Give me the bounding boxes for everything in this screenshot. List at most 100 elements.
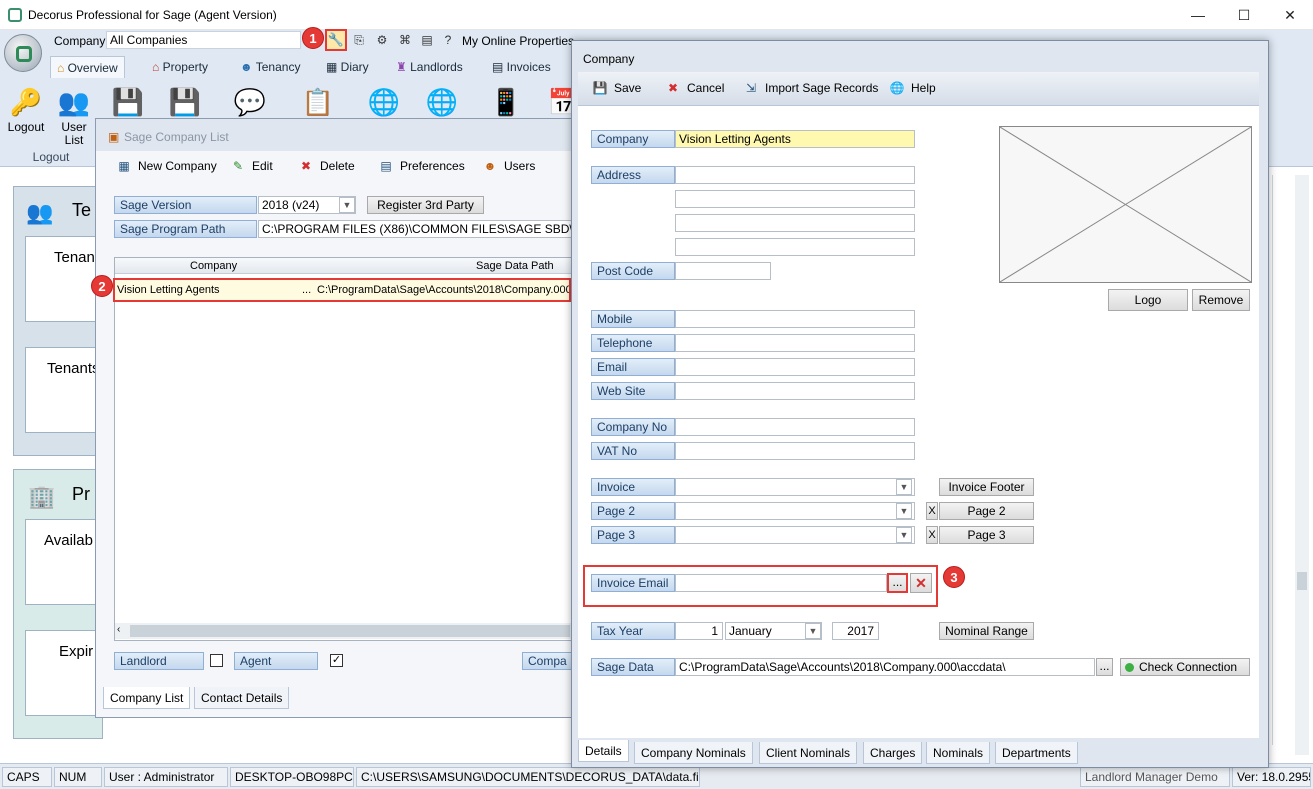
panel-title-tenancies: Te bbox=[72, 200, 92, 220]
settings-icon[interactable]: ⚙ bbox=[373, 33, 391, 49]
invoice-template-select[interactable] bbox=[675, 478, 915, 496]
page3-template-select[interactable] bbox=[675, 526, 915, 544]
web-site-field[interactable] bbox=[675, 382, 915, 400]
post-code-field[interactable] bbox=[675, 262, 771, 280]
landlord-icon: ♜ bbox=[396, 60, 411, 74]
landlord-checkbox[interactable] bbox=[210, 654, 223, 667]
sage-icon[interactable]: ⎘ bbox=[350, 33, 368, 49]
tab-departments[interactable]: Departments bbox=[995, 742, 1078, 764]
clear-page2-button[interactable]: X bbox=[926, 502, 938, 520]
column-header-data-path[interactable]: Sage Data Path bbox=[476, 260, 554, 272]
address-line-3[interactable] bbox=[675, 214, 915, 232]
page2-button[interactable]: Page 2 bbox=[939, 502, 1034, 520]
maximize-button[interactable]: ☐ bbox=[1221, 0, 1267, 30]
page2-template-select[interactable] bbox=[675, 502, 915, 520]
browse-invoice-email-button[interactable]: ... bbox=[887, 573, 908, 593]
tab-landlords[interactable]: ♜ Landlords bbox=[390, 56, 469, 78]
help-icon[interactable]: ? bbox=[439, 33, 457, 49]
chevron-down-icon[interactable]: ▼ bbox=[896, 503, 912, 519]
column-header-company[interactable]: Company bbox=[190, 260, 237, 272]
row-company-cell: Vision Letting Agents bbox=[117, 284, 220, 296]
chevron-down-icon[interactable]: ▼ bbox=[896, 527, 912, 543]
sage-program-path-field[interactable]: C:\PROGRAM FILES (X86)\COMMON FILES\SAGE… bbox=[258, 220, 574, 238]
new-company-button[interactable]: ▦ New Company bbox=[116, 153, 216, 179]
sage-data-path-field[interactable]: C:\ProgramData\Sage\Accounts\2018\Compan… bbox=[675, 658, 1095, 676]
help-button[interactable]: 🌐 Help bbox=[889, 75, 936, 101]
company-no-field[interactable] bbox=[675, 418, 915, 436]
nominal-range-button[interactable]: Nominal Range bbox=[939, 622, 1034, 640]
chat-icon[interactable]: 💬 bbox=[232, 84, 268, 120]
import-sage-records-button[interactable]: ⇲ Import Sage Records bbox=[743, 75, 878, 101]
globe-download-icon[interactable]: 🌐 bbox=[366, 84, 402, 120]
users-button[interactable]: ☻ Users bbox=[482, 153, 536, 179]
vertical-scrollbar[interactable] bbox=[1295, 175, 1309, 755]
minimize-button[interactable]: — bbox=[1175, 0, 1221, 30]
company-name-field[interactable]: Vision Letting Agents bbox=[675, 130, 915, 148]
card-label: Expir bbox=[59, 643, 94, 660]
wrench-icon[interactable]: 🔧 bbox=[325, 29, 347, 51]
online-properties-link[interactable]: My Online Properties bbox=[462, 34, 574, 48]
network-icon[interactable]: ⌘ bbox=[396, 33, 414, 49]
scrollbar-thumb[interactable] bbox=[130, 625, 570, 637]
tab-diary[interactable]: ▦ Diary bbox=[320, 56, 375, 78]
user-list-icon[interactable]: 👥 bbox=[56, 84, 92, 120]
remove-logo-button[interactable]: Remove bbox=[1192, 289, 1250, 311]
chevron-down-icon[interactable]: ▼ bbox=[339, 197, 355, 213]
logo-button[interactable]: Logo bbox=[1108, 289, 1188, 311]
cancel-button[interactable]: ✖ Cancel bbox=[665, 75, 724, 101]
logout-button-label[interactable]: Logout bbox=[3, 121, 49, 134]
preferences-button[interactable]: ▤ Preferences bbox=[378, 153, 464, 179]
vat-no-field[interactable] bbox=[675, 442, 915, 460]
address-line-2[interactable] bbox=[675, 190, 915, 208]
checklist-icon[interactable]: 📋 bbox=[300, 84, 336, 120]
document-icon[interactable]: ▤ bbox=[418, 33, 436, 49]
mobile-field[interactable] bbox=[675, 310, 915, 328]
tab-tenancy[interactable]: ☻ Tenancy bbox=[234, 56, 306, 78]
import-icon: ⇲ bbox=[745, 81, 757, 95]
tab-details[interactable]: Details bbox=[578, 740, 629, 762]
tax-year-field[interactable]: 2017 bbox=[832, 622, 879, 640]
scrollbar-thumb[interactable] bbox=[1297, 572, 1307, 590]
tax-year-day-field[interactable]: 1 bbox=[675, 622, 723, 640]
mobile-icon[interactable]: 📱 bbox=[488, 84, 524, 120]
address-line-4[interactable] bbox=[675, 238, 915, 256]
user-list-label-2[interactable]: List bbox=[52, 134, 96, 147]
check-connection-button[interactable]: Check Connection bbox=[1120, 658, 1250, 676]
page3-button[interactable]: Page 3 bbox=[939, 526, 1034, 544]
chevron-down-icon[interactable]: ▼ bbox=[805, 623, 821, 639]
ribbon-group-logout: Logout bbox=[32, 150, 70, 164]
tab-company-nominals[interactable]: Company Nominals bbox=[634, 742, 753, 764]
tab-company-list[interactable]: Company List bbox=[103, 687, 191, 709]
register-3rd-party-button[interactable]: Register 3rd Party bbox=[367, 196, 484, 214]
close-icon[interactable]: ✕ bbox=[910, 573, 932, 593]
tab-client-nominals[interactable]: Client Nominals bbox=[759, 742, 858, 764]
globe-upload-icon[interactable]: 🌐 bbox=[424, 84, 460, 120]
delete-button[interactable]: ✖ Delete bbox=[298, 153, 355, 179]
email-field[interactable] bbox=[675, 358, 915, 376]
chevron-down-icon[interactable]: ▼ bbox=[896, 479, 912, 495]
app-menu-orb[interactable] bbox=[4, 34, 42, 72]
agent-checkbox[interactable]: ✓ bbox=[330, 654, 343, 667]
close-button[interactable]: ✕ bbox=[1267, 0, 1313, 30]
tab-contact-details[interactable]: Contact Details bbox=[194, 687, 290, 709]
save-disk-icon[interactable]: 💾 bbox=[110, 84, 146, 120]
company-button[interactable]: Compa bbox=[522, 652, 574, 670]
edit-button[interactable]: ✎ Edit bbox=[230, 153, 273, 179]
tab-overview[interactable]: ⌂ Overview bbox=[50, 56, 125, 78]
logout-icon[interactable]: 🔑 bbox=[8, 84, 44, 120]
browse-sage-data-button[interactable]: ... bbox=[1096, 658, 1113, 676]
company-selector[interactable]: All Companies bbox=[106, 31, 301, 49]
tab-property[interactable]: ⌂ Property bbox=[146, 56, 214, 78]
floppy-icon[interactable]: 💾 bbox=[167, 84, 203, 120]
tab-nominals[interactable]: Nominals bbox=[926, 742, 991, 764]
tab-charges[interactable]: Charges bbox=[863, 742, 923, 764]
tab-invoices[interactable]: ▤ Invoices bbox=[486, 56, 557, 78]
invoice-footer-button[interactable]: Invoice Footer bbox=[939, 478, 1034, 496]
title-bar: Decorus Professional for Sage (Agent Ver… bbox=[0, 0, 1313, 30]
clear-page3-button[interactable]: X bbox=[926, 526, 938, 544]
telephone-field[interactable] bbox=[675, 334, 915, 352]
invoice-email-field[interactable] bbox=[675, 574, 887, 592]
chevron-left-icon[interactable]: ‹ bbox=[117, 624, 120, 635]
save-button[interactable]: 💾 Save bbox=[592, 75, 642, 101]
address-line-1[interactable] bbox=[675, 166, 915, 184]
